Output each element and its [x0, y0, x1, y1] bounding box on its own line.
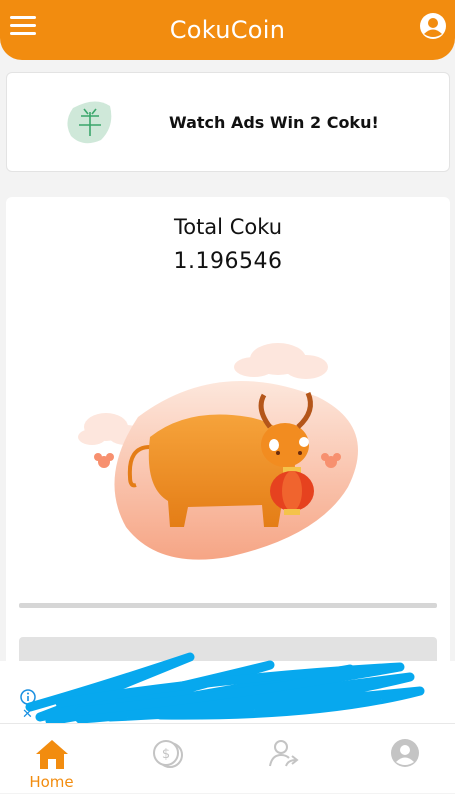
nav-home[interactable]: Home — [0, 724, 113, 794]
bottom-nav: Home $ — [0, 723, 455, 793]
ad-close-icon[interactable]: ✕ — [22, 707, 33, 722]
total-coku-label: Total Coku — [173, 215, 283, 239]
account-icon — [391, 739, 419, 767]
nav-referral[interactable] — [226, 724, 339, 794]
app-title: CokuCoin — [169, 16, 286, 44]
progress-divider — [19, 603, 437, 608]
app-header: CokuCoin — [0, 0, 455, 60]
total-coku-value: 1.196546 — [173, 249, 283, 274]
redaction-scribble — [25, 652, 425, 726]
watch-ads-card[interactable]: Watch Ads Win 2 Coku! — [6, 72, 450, 172]
coins-icon: $ — [153, 740, 183, 768]
ox-illustration — [78, 343, 359, 560]
balance-card: Total Coku 1.196546 — [6, 197, 450, 677]
nav-account[interactable] — [339, 724, 452, 794]
gift-leaf-icon — [67, 101, 112, 144]
nav-home-label: Home — [29, 773, 74, 791]
share-user-icon — [269, 740, 299, 767]
watch-ads-label: Watch Ads Win 2 Coku! — [169, 113, 379, 132]
home-icon — [36, 740, 68, 769]
ad-banner[interactable]: ✕ — [0, 652, 455, 726]
menu-icon[interactable] — [10, 16, 36, 38]
svg-text:$: $ — [162, 747, 170, 762]
profile-icon[interactable] — [419, 12, 447, 40]
nav-coins[interactable]: $ — [113, 724, 226, 794]
